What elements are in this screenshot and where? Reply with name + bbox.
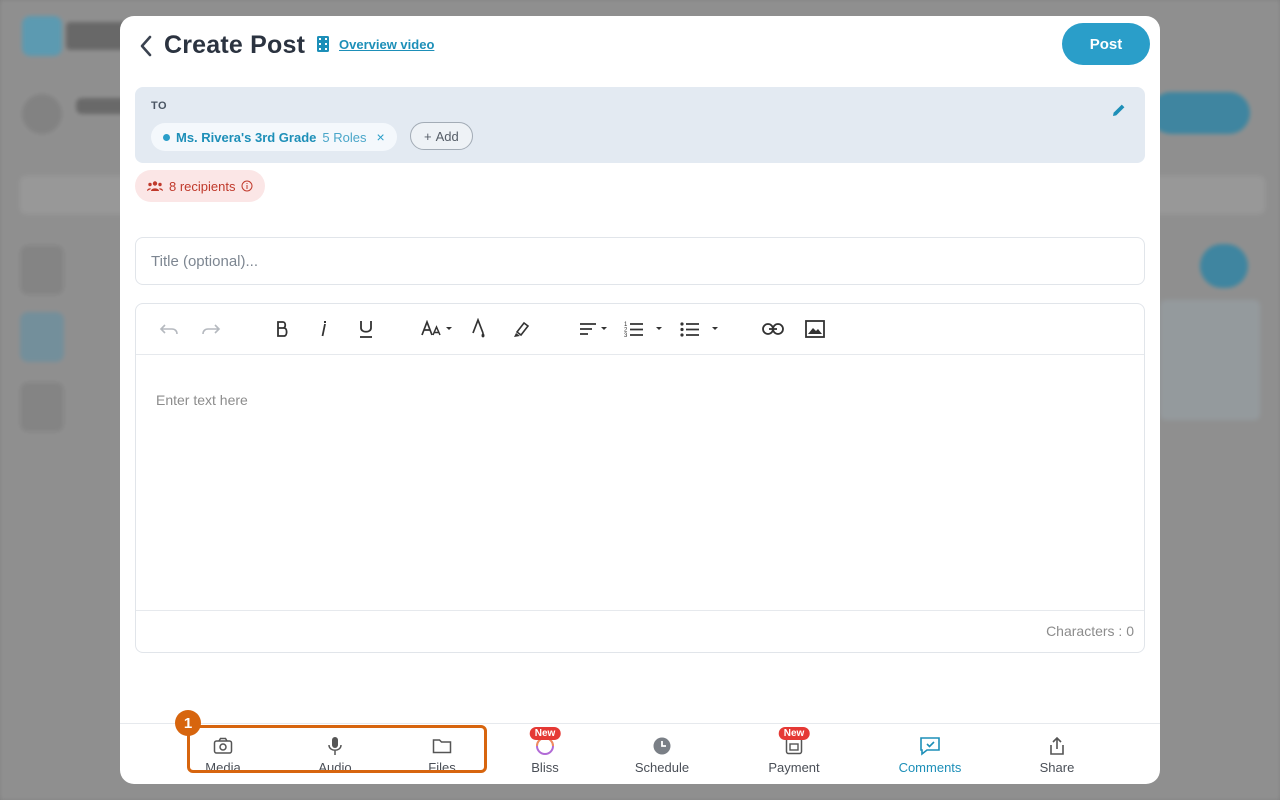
font-size-icon (421, 320, 452, 336)
share-icon (1050, 736, 1064, 755)
image-icon (805, 320, 825, 338)
recipients-box: TO Ms. Rivera's 3rd Grade 5 Roles × + Ad… (135, 87, 1145, 163)
comments-label: Comments (898, 760, 962, 775)
align-button[interactable] (576, 316, 612, 342)
bliss-button[interactable]: New Bliss (525, 724, 565, 784)
text-color-icon (472, 318, 485, 338)
link-icon (762, 323, 784, 335)
post-options-bar: Media Audio Files New Bliss Schedule New… (120, 723, 1160, 784)
italic-icon (321, 321, 326, 337)
highlight-icon (514, 321, 530, 337)
bliss-label: Bliss (531, 760, 559, 775)
chip-roles: 5 Roles (322, 129, 367, 145)
rich-text-editor: 1 2 3 Enter text here Characters: 0 (135, 303, 1145, 653)
highlight-button[interactable] (510, 316, 534, 342)
microphone-icon (328, 737, 342, 755)
edit-recipients-button[interactable] (1111, 102, 1127, 123)
post-button[interactable]: Post (1062, 23, 1150, 65)
underline-icon (360, 321, 372, 338)
align-icon (580, 323, 607, 335)
comments-icon (920, 737, 940, 756)
new-badge: New (778, 727, 810, 740)
editor-footer: Characters : 0 (136, 610, 1144, 652)
info-icon (241, 180, 253, 192)
film-icon (317, 36, 329, 52)
redo-button[interactable] (198, 316, 224, 342)
undo-button[interactable] (156, 316, 182, 342)
new-badge: New (529, 727, 561, 740)
schedule-label: Schedule (634, 760, 690, 775)
recipients-count-badge[interactable]: 8 recipients (135, 170, 266, 202)
camera-icon (213, 737, 233, 754)
chip-dot (163, 133, 170, 141)
recipients-label: 8 recipients (169, 178, 236, 194)
bullet-list-icon (680, 322, 718, 337)
font-size-button[interactable] (420, 316, 456, 342)
back-button[interactable] (132, 32, 160, 60)
payment-label: Payment (768, 760, 820, 775)
share-label: Share (1039, 760, 1075, 775)
audio-button[interactable]: Audio (313, 724, 357, 784)
image-button[interactable] (802, 316, 828, 342)
to-label: TO (151, 100, 168, 112)
chip-name: Ms. Rivera's 3rd Grade (176, 129, 317, 145)
group-icon (147, 181, 163, 191)
bullet-list-button[interactable] (678, 316, 722, 342)
editor-toolbar: 1 2 3 (136, 304, 1144, 355)
bold-icon (277, 321, 288, 337)
files-label: Files (428, 760, 456, 775)
numbered-list-icon: 1 2 3 (624, 322, 662, 338)
italic-button[interactable] (312, 316, 336, 342)
link-button[interactable] (760, 316, 786, 342)
files-button[interactable]: Files (422, 724, 462, 784)
audio-label: Audio (318, 760, 352, 775)
overview-video-link[interactable]: Overview video (339, 37, 434, 52)
add-recipient-button[interactable]: + Add (410, 122, 473, 150)
clock-icon (653, 737, 671, 755)
folder-icon (432, 739, 452, 754)
recipient-chip[interactable]: Ms. Rivera's 3rd Grade 5 Roles × (151, 123, 397, 151)
modal-header: Create Post Overview video Post (120, 16, 1160, 76)
text-color-button[interactable] (470, 316, 490, 342)
title-input[interactable] (135, 237, 1145, 285)
remove-chip-icon[interactable]: × (376, 129, 384, 145)
underline-button[interactable] (354, 316, 378, 342)
undo-icon (159, 324, 178, 335)
numbered-list-button[interactable]: 1 2 3 (622, 316, 666, 342)
tutorial-step-badge: 1 (175, 710, 201, 736)
media-button[interactable]: Media (200, 724, 246, 784)
character-count: Characters : 0 (1046, 623, 1134, 639)
chevron-left-icon (140, 35, 152, 57)
pencil-icon (1113, 104, 1125, 116)
schedule-button[interactable]: Schedule (632, 724, 692, 784)
bold-button[interactable] (270, 316, 294, 342)
share-button[interactable]: Share (1037, 724, 1077, 784)
svg-text:3: 3 (624, 333, 628, 338)
add-label: Add (435, 128, 459, 144)
payment-button[interactable]: New Payment (764, 724, 824, 784)
create-post-modal: Create Post Overview video Post TO Ms. R… (120, 16, 1160, 784)
editor-text-area[interactable]: Enter text here (156, 392, 248, 408)
comments-button[interactable]: Comments (896, 724, 964, 784)
media-label: Media (205, 760, 241, 775)
page-title: Create Post (164, 31, 306, 59)
plus-icon: + (424, 128, 432, 144)
redo-icon (202, 324, 221, 335)
